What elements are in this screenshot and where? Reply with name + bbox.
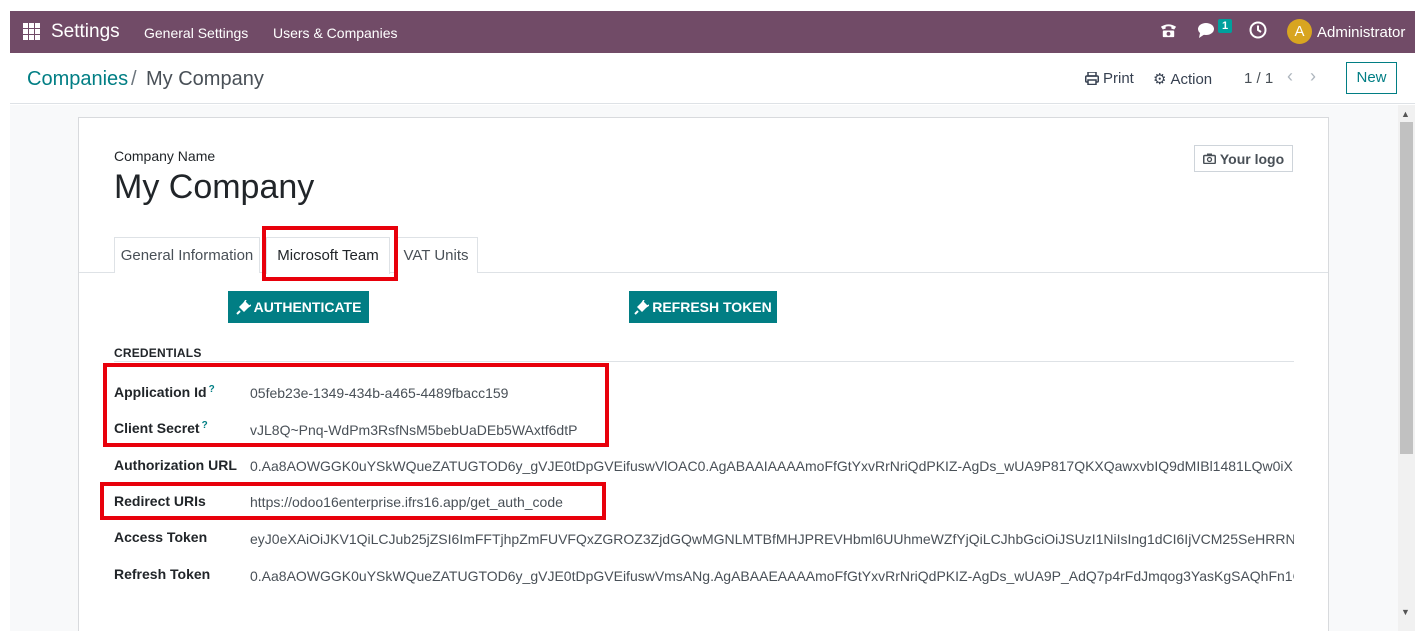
section-divider — [114, 361, 1294, 362]
redirect-uris-label: Redirect URIs — [114, 493, 206, 509]
print-button[interactable]: Print — [1085, 70, 1134, 87]
chat-icon[interactable] — [1197, 21, 1217, 44]
tab-general-information[interactable]: General Information — [114, 237, 260, 273]
refresh-token-label: REFRESH TOKEN — [652, 299, 772, 315]
scrollbar-thumb[interactable] — [1400, 122, 1413, 454]
scroll-up-icon[interactable]: ▲ — [1401, 109, 1410, 119]
pager-prev-icon[interactable]: ‹ — [1287, 66, 1293, 87]
breadcrumb-current: My Company — [146, 68, 264, 90]
application-id-label: Application Id? — [114, 384, 215, 400]
refresh-token-button[interactable]: REFRESH TOKEN — [629, 291, 777, 323]
scroll-down-icon[interactable]: ▼ — [1401, 607, 1410, 617]
form-sheet: Company Name My Company Your logo Genera… — [78, 117, 1329, 631]
authorization-url-label: Authorization URL — [114, 457, 237, 473]
help-icon[interactable]: ? — [202, 420, 208, 431]
print-icon — [1085, 72, 1099, 85]
client-secret-label: Client Secret? — [114, 420, 208, 436]
plug-icon — [634, 299, 650, 315]
menu-users-companies[interactable]: Users & Companies — [273, 25, 398, 41]
refresh-token-field-label: Refresh Token — [114, 566, 211, 582]
gear-icon: ⚙ — [1153, 71, 1167, 88]
logo-label: Your logo — [1219, 150, 1285, 167]
clock-icon[interactable] — [1249, 21, 1267, 44]
pager-value[interactable]: 1 / 1 — [1244, 70, 1273, 87]
user-name[interactable]: Administrator — [1317, 24, 1405, 41]
control-panel: Companies / My Company Print ⚙ Action 1 … — [10, 53, 1415, 104]
user-avatar[interactable]: A — [1287, 19, 1312, 44]
menu-general-settings[interactable]: General Settings — [144, 25, 248, 41]
logo-upload-button[interactable]: Your logo — [1194, 145, 1293, 172]
vertical-scrollbar[interactable]: ▲ ▼ — [1398, 105, 1415, 631]
action-label: Action — [1170, 70, 1213, 88]
authenticate-button[interactable]: AUTHENTICATE — [228, 291, 369, 323]
redirect-uris-field[interactable]: https://odoo16enterprise.ifrs16.app/get_… — [250, 494, 1294, 510]
plug-icon — [235, 299, 251, 315]
phone-icon[interactable] — [1159, 21, 1178, 45]
authenticate-label: AUTHENTICATE — [253, 299, 362, 315]
access-token-field[interactable]: eyJ0eXAiOiJKV1QiLCJub25jZSI6ImFFTjhpZmFU… — [250, 531, 1294, 547]
apps-menu-icon[interactable] — [23, 23, 40, 40]
pager-next-icon[interactable]: › — [1310, 66, 1316, 87]
top-navbar: Settings General Settings Users & Compan… — [10, 11, 1415, 53]
tab-microsoft-team[interactable]: Microsoft Team — [266, 237, 390, 274]
help-icon[interactable]: ? — [209, 384, 215, 395]
tab-vat-units[interactable]: VAT Units — [394, 237, 478, 273]
company-name-label: Company Name — [114, 148, 216, 164]
client-secret-field[interactable]: vJL8Q~Pnq-WdPm3RsfNsM5bebUaDEb5WAxtf6dtP — [250, 422, 1294, 438]
authorization-url-field[interactable]: 0.Aa8AOWGGK0uYSkWQueZATUGTOD6y_gVJE0tDpG… — [250, 458, 1294, 474]
chat-count-badge: 1 — [1218, 19, 1233, 33]
new-button[interactable]: New — [1346, 62, 1397, 94]
app-title[interactable]: Settings — [51, 21, 120, 43]
company-name-field[interactable]: My Company — [114, 168, 314, 207]
credentials-section-title: CREDENTIALS — [114, 346, 202, 360]
application-id-field[interactable]: 05feb23e-1349-434b-a465-4489fbacc159 — [250, 385, 1294, 401]
print-label: Print — [1103, 70, 1134, 87]
action-button[interactable]: ⚙ Action — [1153, 70, 1213, 89]
access-token-label: Access Token — [114, 529, 208, 545]
refresh-token-field[interactable]: 0.Aa8AOWGGK0uYSkWQueZATUGTOD6y_gVJE0tDpG… — [250, 568, 1294, 584]
breadcrumb-separator: / — [131, 68, 137, 90]
camera-icon — [1202, 153, 1216, 164]
breadcrumb-companies[interactable]: Companies — [27, 68, 128, 91]
